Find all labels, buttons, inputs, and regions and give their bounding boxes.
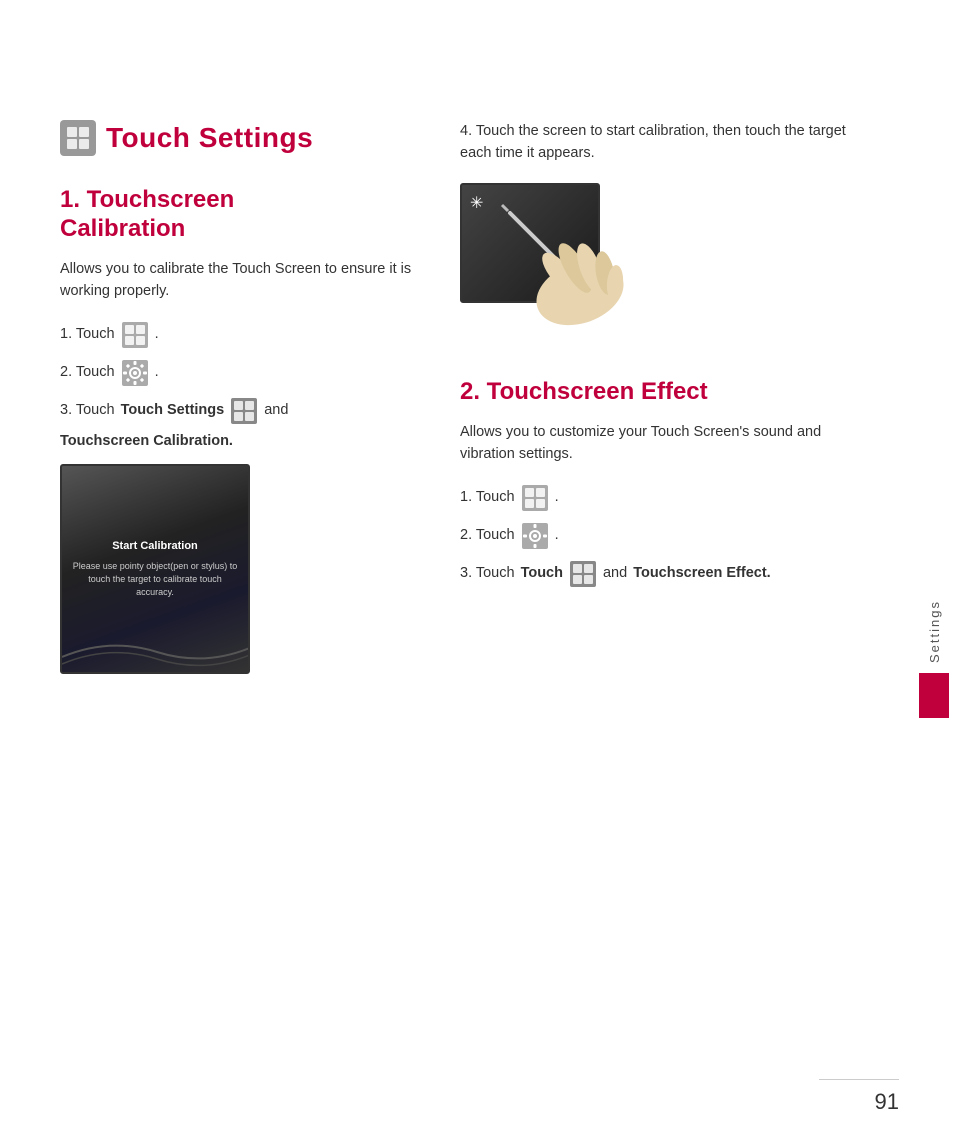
page-title-area: Touch Settings bbox=[60, 120, 430, 156]
right-column: 4. Touch the screen to start calibration… bbox=[460, 120, 860, 1105]
bottom-divider bbox=[819, 1079, 899, 1080]
sidebar-label: Settings bbox=[927, 600, 942, 663]
grid-icon-2 bbox=[521, 484, 549, 512]
calibration-body: Please use pointy object(pen or stylus) … bbox=[72, 560, 238, 598]
page-title: Touch Settings bbox=[106, 122, 313, 154]
main-content: Touch Settings 1. Touchscreen Calibratio… bbox=[0, 0, 954, 1145]
touch-small-icon-2 bbox=[569, 560, 597, 588]
calibration-wave bbox=[62, 622, 250, 672]
touch-settings-small-icon bbox=[230, 397, 258, 425]
gear-icon-2 bbox=[521, 522, 549, 550]
section1-step3: 3. Touch Touch Settings and Touchscreen … bbox=[60, 397, 430, 453]
grid-icon-1 bbox=[121, 321, 149, 349]
section2-step3: 3. Touch Touch and Touchscreen Effect. bbox=[460, 560, 860, 588]
stylus-hand-svg bbox=[460, 183, 635, 358]
section2-heading: 2. Touchscreen Effect bbox=[460, 378, 860, 407]
section1-step2: 2. Touch bbox=[60, 359, 430, 387]
page-container: Touch Settings 1. Touchscreen Calibratio… bbox=[0, 0, 954, 1145]
section2-step2: 2. Touch . bbox=[460, 522, 860, 550]
calibration-screen-image: Start Calibration Please use pointy obje… bbox=[60, 464, 250, 674]
calibration-title: Start Calibration bbox=[112, 540, 198, 552]
gear-icon-1 bbox=[121, 359, 149, 387]
step4-text: 4. Touch the screen to start calibration… bbox=[460, 120, 860, 165]
sidebar-pink-bar bbox=[919, 673, 949, 718]
section2-description: Allows you to customize your Touch Scree… bbox=[460, 421, 860, 466]
section1-heading: 1. Touchscreen Calibration bbox=[60, 186, 430, 244]
page-number: 91 bbox=[875, 1089, 899, 1115]
stylus-image: ✳ bbox=[460, 183, 640, 358]
section1-step1: 1. Touch . bbox=[60, 321, 430, 349]
sidebar: Settings bbox=[914, 0, 954, 1145]
section1-description: Allows you to calibrate the Touch Screen… bbox=[60, 258, 430, 303]
touch-settings-icon bbox=[60, 120, 96, 156]
left-column: Touch Settings 1. Touchscreen Calibratio… bbox=[60, 120, 430, 1105]
section2-step1: 1. Touch . bbox=[460, 484, 860, 512]
